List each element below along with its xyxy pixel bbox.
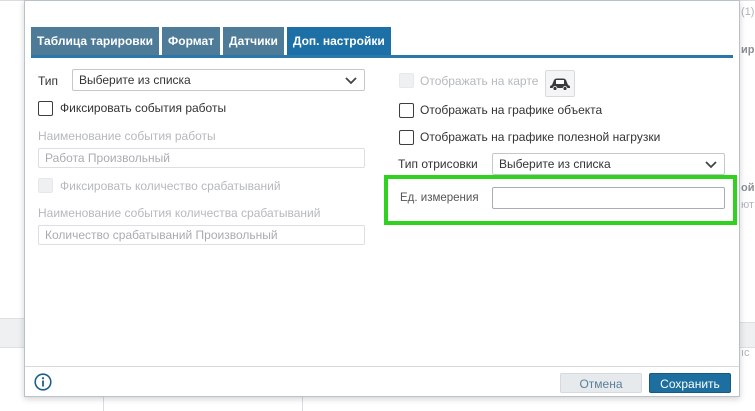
save-button[interactable]: Сохранить bbox=[649, 373, 731, 393]
count-name-label: Наименование события количества срабатыв… bbox=[38, 206, 321, 220]
event-name-field[interactable]: Работа Произвольный bbox=[38, 148, 365, 168]
bg-text-5: ıс bbox=[741, 347, 750, 359]
tab-format[interactable]: Формат bbox=[162, 27, 221, 55]
type-select-value: Выберите из списка bbox=[79, 73, 191, 87]
chevron-down-icon bbox=[344, 71, 358, 89]
fix-count-checkbox[interactable] bbox=[38, 178, 53, 193]
chevron-down-icon bbox=[704, 155, 718, 173]
info-icon[interactable] bbox=[34, 373, 52, 391]
fix-events-checkbox[interactable] bbox=[38, 101, 53, 116]
bg-row-strip-right bbox=[740, 322, 755, 348]
tab-calibration-table[interactable]: Таблица тарировки bbox=[31, 27, 160, 55]
show-on-map-label: Отображать на карте bbox=[420, 74, 539, 88]
highlight-box bbox=[384, 175, 737, 225]
car-icon-button[interactable] bbox=[545, 70, 575, 97]
tab-underline bbox=[31, 55, 733, 58]
bg-vertical-divider-2 bbox=[302, 397, 303, 411]
bg-vertical-divider bbox=[103, 397, 104, 411]
fix-count-label: Фиксировать количество срабатываний bbox=[60, 179, 281, 193]
draw-type-select-value: Выберите из списка bbox=[499, 157, 611, 171]
dialog-footer: Отмена Сохранить bbox=[25, 366, 739, 396]
bg-text-2: ир bbox=[741, 44, 755, 56]
count-name-field[interactable]: Количество срабатываний Произвольный bbox=[38, 225, 365, 245]
bg-text-1: (1) bbox=[741, 6, 755, 18]
bg-text-4: ют bbox=[741, 199, 755, 211]
show-on-payload-chart-checkbox[interactable] bbox=[399, 130, 414, 145]
tab-extra-settings[interactable]: Доп. настройки bbox=[286, 27, 391, 55]
event-name-value: Работа Произвольный bbox=[45, 151, 170, 165]
count-name-value: Количество срабатываний Произвольный bbox=[45, 228, 278, 242]
draw-type-label: Тип отрисовки bbox=[398, 157, 478, 171]
tab-sensors[interactable]: Датчики bbox=[223, 27, 284, 55]
type-select[interactable]: Выберите из списка bbox=[72, 69, 365, 91]
show-on-object-chart-checkbox[interactable] bbox=[399, 103, 414, 118]
show-on-payload-chart-label: Отображать на графике полезной нагрузки bbox=[420, 130, 661, 144]
event-name-label: Наименование события работы bbox=[38, 129, 216, 143]
car-icon bbox=[550, 78, 570, 91]
show-on-object-chart-label: Отображать на графике объекта bbox=[420, 103, 603, 117]
fix-events-label: Фиксировать события работы bbox=[60, 101, 227, 115]
bg-row-strip-left bbox=[0, 318, 24, 348]
tab-bar: Таблица тарировки Формат Датчики Доп. на… bbox=[31, 27, 391, 55]
show-on-map-checkbox[interactable] bbox=[399, 73, 414, 88]
draw-type-select[interactable]: Выберите из списка bbox=[492, 153, 725, 175]
bg-text-3: ой bbox=[741, 182, 755, 194]
cancel-button[interactable]: Отмена bbox=[560, 373, 642, 393]
type-label: Тип bbox=[38, 74, 59, 88]
